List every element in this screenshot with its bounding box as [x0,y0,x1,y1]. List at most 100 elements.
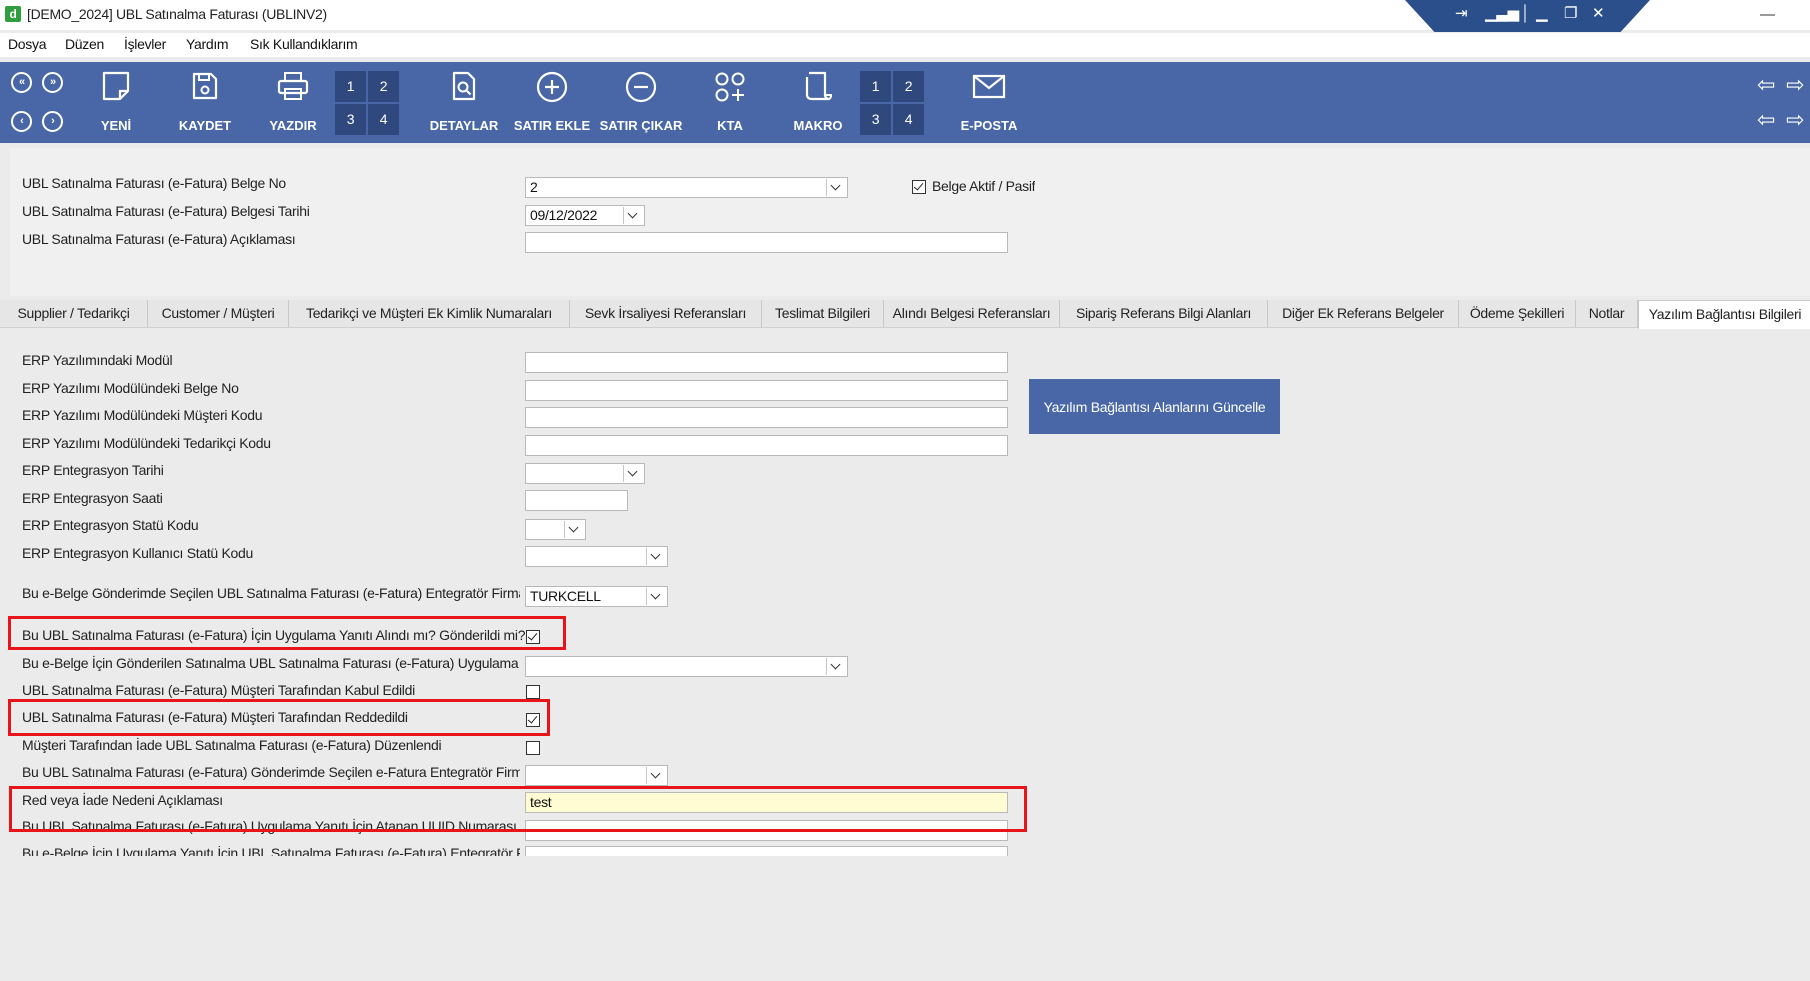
print-template-grid: 1 2 3 4 [335,71,399,135]
first-record-icon[interactable]: « [11,72,32,93]
tab-alindi-belgesi[interactable]: Alındı Belgesi Referansları [884,300,1060,327]
minimize-icon[interactable]: ▁ [1536,6,1548,22]
aciklama-input[interactable] [525,232,1008,253]
printer-icon [277,72,309,100]
menu-sik-kullandiklarim[interactable]: Sık Kullandıklarım [250,36,358,52]
last-record-icon[interactable]: » [42,72,63,93]
belge-no-value: 2 [530,179,538,195]
erp-ent-kullanici-statu-select[interactable] [525,546,668,567]
erp-musteri-kodu-label: ERP Yazılımı Modülündeki Müşteri Kodu [22,407,263,423]
menu-dosya[interactable]: Dosya [8,36,46,52]
print-template-4[interactable]: 4 [368,104,399,135]
belge-aktif-checkbox[interactable] [912,180,926,194]
tab-supplier[interactable]: Supplier / Tedarikçi [0,300,148,327]
update-links-button[interactable]: Yazılım Bağlantısı Alanlarını Güncelle [1029,379,1280,434]
prev-record-icon[interactable]: ‹ [11,111,32,132]
macro-template-grid: 1 2 3 4 [860,71,924,135]
new-document-icon [102,71,130,101]
tab-ek-kimlik[interactable]: Tedarikçi ve Müşteri Ek Kimlik Numaralar… [289,300,570,327]
calendar-dropdown-icon[interactable] [623,465,643,482]
first-arrow-icon[interactable]: ⇦ [1757,74,1775,96]
chevron-down-icon[interactable] [646,548,666,565]
erp-modul-input[interactable] [525,352,1008,373]
new-button[interactable]: YENİ [84,62,148,143]
title-bar: d [DEMO_2024] UBL Satınalma Faturası (UB… [0,0,1810,32]
belge-no-label: UBL Satınalma Faturası (e-Fatura) Belge … [22,175,286,191]
gonderilen-uygulama-yaniti-select[interactable] [525,656,848,677]
macro-template-3[interactable]: 3 [860,104,891,135]
erp-belge-no-label: ERP Yazılımı Modülündeki Belge No [22,380,239,396]
print-button[interactable]: YAZDIR [262,62,324,143]
kabul-edildi-label: UBL Satınalma Faturası (e-Fatura) Müşter… [22,682,415,698]
add-row-label: SATIR EKLE [513,118,591,133]
chevron-down-icon[interactable] [646,767,666,784]
email-button[interactable]: E-POSTA [950,62,1028,143]
macro-template-4[interactable]: 4 [893,104,924,135]
close-icon[interactable]: ✕ [1592,6,1605,22]
belge-tarihi-label: UBL Satınalma Faturası (e-Fatura) Belges… [22,203,310,219]
chevron-down-icon[interactable] [646,588,666,605]
print-template-3[interactable]: 3 [335,104,366,135]
envelope-icon [972,74,1006,99]
erp-musteri-kodu-input[interactable] [525,407,1008,428]
iade-duzenlendi-checkbox[interactable] [526,741,540,755]
erp-tedarikci-kodu-input[interactable] [525,435,1008,456]
add-row-button[interactable]: SATIR EKLE [512,62,592,143]
details-icon [452,71,476,101]
last-input[interactable] [525,846,1008,856]
efatura-entegrator-select[interactable] [525,765,668,786]
highlight-reddedildi [8,699,550,736]
kabul-edildi-checkbox[interactable] [526,685,540,699]
new-label: YENİ [100,118,132,133]
tab-yazilim-baglantisi[interactable]: Yazılım Bağlantısı Bilgileri [1638,300,1810,329]
menu-islevler[interactable]: İşlevler [124,36,166,52]
erp-ent-statu-select[interactable] [525,519,586,540]
tab-sevk-irsaliyesi[interactable]: Sevk İrsaliyesi Referansları [570,300,762,327]
erp-ent-tarihi-field[interactable] [525,463,645,484]
forward-arrow-icon[interactable]: ⇨ [1786,109,1804,131]
email-label: E-POSTA [960,118,1018,133]
chevron-down-icon[interactable] [826,179,846,196]
tab-diger-ek-referans[interactable]: Diğer Ek Referans Belgeler [1268,300,1459,327]
print-template-1[interactable]: 1 [335,71,366,102]
entegrator-label: Bu e-Belge Gönderimde Seçilen UBL Satına… [22,585,520,601]
pin-icon[interactable]: ⇥ [1455,6,1468,22]
remove-row-button[interactable]: SATIR ÇIKAR [598,62,684,143]
aciklama-label: UBL Satınalma Faturası (e-Fatura) Açıkla… [22,231,296,247]
macro-template-2[interactable]: 2 [893,71,924,102]
tab-siparis-referans[interactable]: Sipariş Referans Bilgi Alanları [1060,300,1268,327]
erp-belge-no-input[interactable] [525,380,1008,401]
tab-teslimat[interactable]: Teslimat Bilgileri [762,300,884,327]
tab-notlar[interactable]: Notlar [1576,300,1638,327]
outer-minimize-icon[interactable]: — [1760,6,1775,23]
erp-ent-saati-input[interactable] [525,490,628,511]
erp-tedarikci-kodu-label: ERP Yazılımı Modülündeki Tedarikçi Kodu [22,435,271,451]
tab-odeme-sekilleri[interactable]: Ödeme Şekilleri [1459,300,1576,327]
belge-tarihi-field[interactable]: 09/12/2022 [525,205,645,226]
menu-yardim[interactable]: Yardım [186,36,229,52]
efatura-entegrator-label: Bu UBL Satınalma Faturası (e-Fatura) Gön… [22,764,520,780]
entegrator-select[interactable]: TURKCELL [525,586,668,607]
macro-button[interactable]: MAKRO [782,62,854,143]
belge-no-select[interactable]: 2 [525,177,848,198]
kta-button[interactable]: KTA [700,62,760,143]
header-panel [10,148,1810,296]
details-button[interactable]: DETAYLAR [426,62,502,143]
highlight-uygulama-yaniti [8,616,566,650]
signal-icon[interactable]: ▁▃▅ [1485,6,1519,22]
chevron-down-icon[interactable] [564,521,584,538]
menu-duzen[interactable]: Düzen [65,36,104,52]
gonderilen-uygulama-yaniti-label: Bu e-Belge İçin Gönderilen Satınalma UBL… [22,655,520,671]
next-arrow-icon[interactable]: ⇨ [1786,74,1804,96]
tab-customer[interactable]: Customer / Müşteri [148,300,289,327]
chevron-down-icon[interactable] [826,658,846,675]
save-button[interactable]: KAYDET [172,62,238,143]
next-record-icon[interactable]: › [42,111,63,132]
calendar-dropdown-icon[interactable] [623,207,643,224]
erp-ent-kullanici-statu-label: ERP Entegrasyon Kullanıcı Statü Kodu [22,545,253,561]
macro-template-1[interactable]: 1 [860,71,891,102]
print-template-2[interactable]: 2 [368,71,399,102]
erp-modul-label: ERP Yazılımındaki Modül [22,352,173,368]
back-arrow-icon[interactable]: ⇦ [1757,109,1775,131]
restore-icon[interactable]: ❐ [1564,6,1577,22]
